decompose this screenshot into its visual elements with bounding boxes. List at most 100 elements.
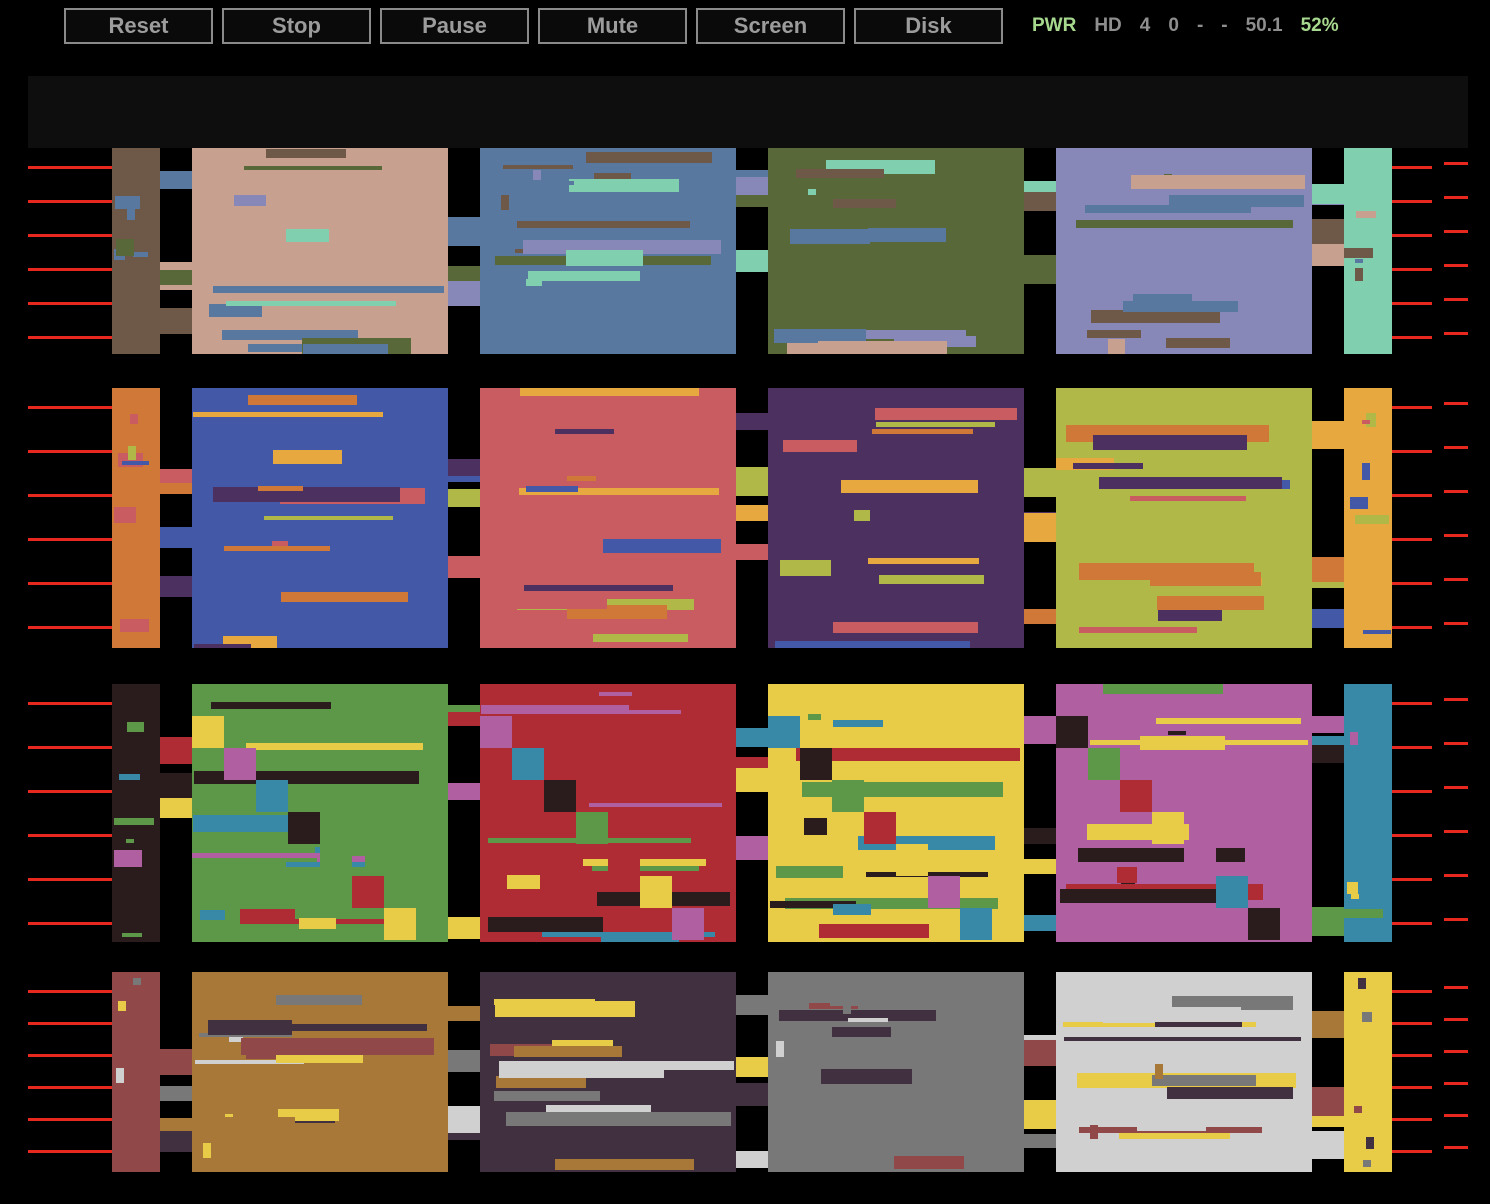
display-stripe xyxy=(115,196,140,209)
raster-line xyxy=(28,878,112,881)
display-connector xyxy=(448,1006,480,1021)
display-stripe xyxy=(1155,1022,1242,1027)
stop-button[interactable]: Stop xyxy=(222,8,371,44)
display-stripe xyxy=(520,388,699,396)
display-stripe xyxy=(786,518,1002,530)
display-step xyxy=(512,748,544,780)
display-connector xyxy=(1024,1134,1056,1148)
raster-line xyxy=(1444,874,1468,877)
display-stripe xyxy=(1354,166,1379,174)
raster-line xyxy=(28,268,112,271)
display-stripe xyxy=(248,395,357,405)
display-stripe xyxy=(875,408,1017,420)
display-stripe xyxy=(244,166,382,170)
display-connector xyxy=(736,177,768,195)
display-stripe xyxy=(868,228,946,242)
display-stripe xyxy=(776,452,806,462)
display-stripe xyxy=(780,560,831,576)
display-connector xyxy=(448,489,480,507)
raster-line xyxy=(28,234,112,237)
display-stripe xyxy=(273,450,342,464)
display-stripe xyxy=(776,1041,784,1057)
raster-line xyxy=(1392,878,1432,881)
display-stripe xyxy=(1359,843,1377,857)
display-connector xyxy=(736,505,768,521)
display-stripe xyxy=(128,446,136,460)
display-stripe xyxy=(816,1146,926,1153)
display-stripe xyxy=(1355,515,1389,524)
mute-button[interactable]: Mute xyxy=(538,8,687,44)
raster-line xyxy=(1392,1022,1432,1025)
display-stripe xyxy=(1131,175,1305,189)
display-step xyxy=(1056,716,1088,748)
display-connector xyxy=(1024,192,1056,211)
display-stripe xyxy=(503,165,573,169)
screen-button[interactable]: Screen xyxy=(696,8,845,44)
display-connector xyxy=(1024,255,1056,284)
display-block xyxy=(1344,684,1392,942)
display-stripe xyxy=(246,743,423,750)
disk-button[interactable]: Disk xyxy=(854,8,1003,44)
raster-line xyxy=(28,494,112,497)
display-stripe xyxy=(1169,195,1304,207)
display-stripe xyxy=(879,575,984,584)
display-step xyxy=(768,716,800,748)
display-step xyxy=(608,844,640,876)
display-stripe xyxy=(122,461,149,465)
display-stripe xyxy=(517,221,690,228)
display-connector xyxy=(448,783,480,800)
display-connector xyxy=(448,281,480,306)
display-connector xyxy=(160,1049,192,1075)
raster-line xyxy=(1444,534,1468,537)
emulator-screen[interactable] xyxy=(28,76,1468,1176)
display-stripe xyxy=(1099,477,1282,489)
raster-line xyxy=(1444,742,1468,745)
status-bar: PWR HD 4 0 - - 50.1 52% xyxy=(1032,12,1339,40)
display-connector xyxy=(1312,219,1344,246)
display-connector xyxy=(736,728,768,747)
display-stripe xyxy=(494,592,607,609)
display-stripe xyxy=(1181,220,1287,228)
display-connector xyxy=(1312,184,1344,204)
toolbar: Reset Stop Pause Mute Screen Disk xyxy=(64,8,1003,44)
display-stripe xyxy=(234,195,266,206)
display-stripe xyxy=(194,558,240,562)
display-connector xyxy=(1312,557,1344,582)
display-stripe xyxy=(1078,848,1245,862)
display-stripe xyxy=(555,429,614,434)
display-stripe xyxy=(126,839,134,843)
raster-line xyxy=(1392,268,1432,271)
raster-line xyxy=(1392,234,1432,237)
raster-line xyxy=(1392,1086,1432,1089)
display-stripe xyxy=(524,585,673,591)
display-stripe xyxy=(1093,435,1247,450)
display-step xyxy=(1088,748,1120,780)
raster-line xyxy=(1444,196,1468,199)
display-stripe xyxy=(1356,211,1376,218)
display-stripe xyxy=(776,866,843,878)
display-connector xyxy=(1312,716,1344,733)
display-stripe xyxy=(200,910,225,920)
display-connector xyxy=(160,773,192,801)
display-step xyxy=(320,844,352,876)
raster-line xyxy=(28,922,112,925)
display-stripe xyxy=(1355,268,1363,281)
display-connector xyxy=(1312,907,1344,936)
display-stripe xyxy=(118,1001,126,1011)
display-connector xyxy=(448,917,480,939)
display-stripe xyxy=(566,250,643,266)
display-stripe xyxy=(833,199,896,208)
raster-line xyxy=(28,626,112,629)
raster-line xyxy=(1392,166,1432,169)
reset-button[interactable]: Reset xyxy=(64,8,213,44)
display-stripe xyxy=(213,286,444,293)
display-stripe xyxy=(603,539,721,553)
display-stripe xyxy=(830,1000,858,1006)
raster-line xyxy=(28,1150,112,1153)
display-step xyxy=(864,812,896,844)
display-stripe xyxy=(1366,1137,1374,1149)
power-indicator: PWR xyxy=(1032,15,1077,36)
display-stripe xyxy=(528,271,640,281)
display-connector xyxy=(1024,1100,1056,1129)
pause-button[interactable]: Pause xyxy=(380,8,529,44)
